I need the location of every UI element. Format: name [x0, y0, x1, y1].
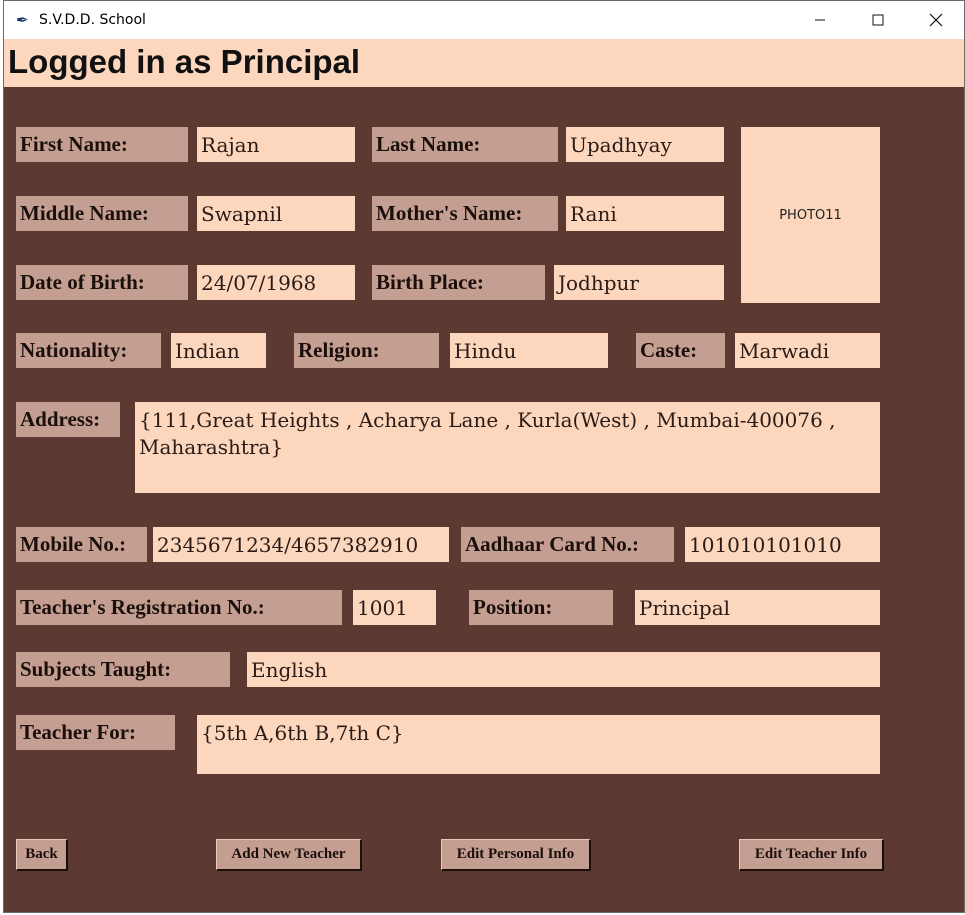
mothers-name-label: Mother's Name: — [372, 196, 558, 231]
mobile-label: Mobile No.: — [16, 527, 147, 562]
last-name-label: Last Name: — [372, 127, 558, 162]
middle-name-label: Middle Name: — [16, 196, 188, 231]
add-new-teacher-button[interactable]: Add New Teacher — [216, 839, 362, 871]
address-field[interactable]: {111,Great Heights , Acharya Lane , Kurl… — [135, 402, 880, 493]
mothers-name-field[interactable]: Rani — [566, 196, 724, 231]
minimize-button[interactable] — [791, 1, 849, 39]
caste-label: Caste: — [636, 333, 725, 368]
last-name-field[interactable]: Upadhyay — [566, 127, 724, 162]
dob-field[interactable]: 24/07/1968 — [197, 265, 355, 300]
window-title: S.V.D.D. School — [39, 12, 146, 28]
position-label: Position: — [469, 590, 613, 625]
registration-field[interactable]: 1001 — [353, 590, 436, 625]
religion-label: Religion: — [294, 333, 439, 368]
aadhaar-field[interactable]: 101010101010 — [685, 527, 880, 562]
first-name-label: First Name: — [16, 127, 188, 162]
religion-field[interactable]: Hindu — [450, 333, 608, 368]
subjects-label: Subjects Taught: — [16, 652, 230, 687]
nationality-field[interactable]: Indian — [171, 333, 266, 368]
caste-field[interactable]: Marwadi — [735, 333, 880, 368]
header-bar: Logged in as Principal — [4, 39, 964, 87]
middle-name-field[interactable]: Swapnil — [197, 196, 355, 231]
birth-place-field[interactable]: Jodhpur — [554, 265, 724, 300]
edit-personal-info-button[interactable]: Edit Personal Info — [441, 839, 591, 871]
birth-place-label: Birth Place: — [372, 265, 545, 300]
teacher-for-field[interactable]: {5th A,6th B,7th C} — [197, 715, 880, 774]
maximize-icon — [872, 14, 884, 26]
maximize-button[interactable] — [849, 1, 907, 39]
aadhaar-label: Aadhaar Card No.: — [461, 527, 674, 562]
mobile-field[interactable]: 2345671234/4657382910 — [153, 527, 449, 562]
subjects-field[interactable]: English — [247, 652, 880, 687]
title-bar: ✒ S.V.D.D. School — [4, 1, 964, 39]
registration-label: Teacher's Registration No.: — [16, 590, 342, 625]
page-title: Logged in as Principal — [8, 43, 361, 80]
position-field[interactable]: Principal — [635, 590, 880, 625]
app-window: ✒ S.V.D.D. School Logged in as Principal… — [3, 0, 965, 913]
teacher-photo: PHOTO11 — [741, 127, 880, 303]
nationality-label: Nationality: — [16, 333, 161, 368]
edit-teacher-info-button[interactable]: Edit Teacher Info — [739, 839, 884, 871]
address-label: Address: — [16, 402, 120, 437]
close-icon — [929, 13, 943, 27]
teacher-for-label: Teacher For: — [16, 715, 175, 750]
back-button[interactable]: Back — [16, 839, 68, 871]
close-button[interactable] — [907, 1, 965, 39]
dob-label: Date of Birth: — [16, 265, 188, 300]
first-name-field[interactable]: Rajan — [197, 127, 355, 162]
minimize-icon — [815, 19, 825, 21]
feather-icon: ✒ — [16, 11, 29, 29]
